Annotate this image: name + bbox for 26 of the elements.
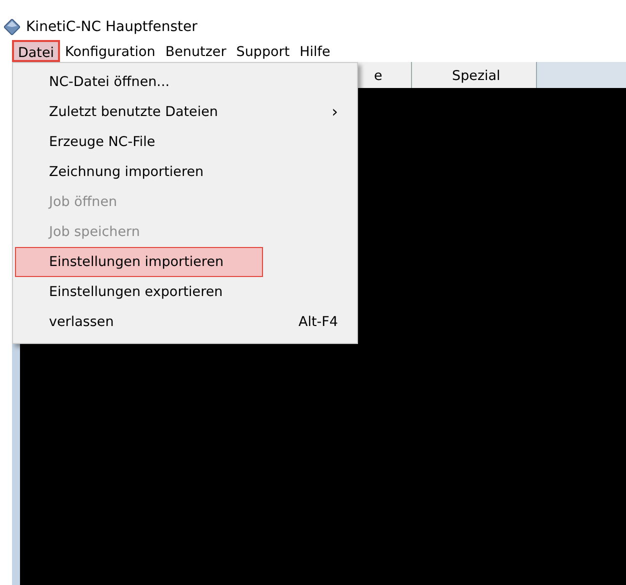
menu-item[interactable]: Erzeuge NC-File [15,127,263,157]
menu-item-label: Erzeuge NC-File [49,132,156,152]
menu-item[interactable]: Datei [12,40,60,62]
menu-item[interactable]: Hilfe [294,40,336,62]
menu-item[interactable]: Einstellungen importieren [15,247,263,277]
menu-item[interactable]: Zeichnung importieren [15,157,263,187]
menu-item-label: Einstellungen importieren [49,252,224,272]
menu-item-label: Einstellungen exportieren [49,282,223,302]
shortcut-label: Alt-F4 [298,312,338,332]
menu-item[interactable]: Zuletzt benutzte Dateien › [15,97,355,127]
menu-item[interactable]: NC-Datei öffnen... [15,67,263,97]
menu-item-label: NC-Datei öffnen... [49,72,170,92]
submenu-arrow: › [332,101,338,123]
menu-item-label: Zuletzt benutzte Dateien [49,102,218,122]
menu-item[interactable]: verlassen Alt-F4 [15,307,355,337]
tab[interactable]: Spezial [412,62,537,88]
menu-item-label: Job öffnen [49,192,118,212]
window-title: KinetiC-NC Hauptfenster [26,18,198,36]
menu-item-label: Job speichern [49,222,140,242]
menu-item-label: verlassen [49,312,114,332]
menu-item[interactable]: Benutzer [160,40,232,62]
menu-item[interactable]: Konfiguration [60,40,160,62]
menu-item-label: Zeichnung importieren [49,162,204,182]
menu-item[interactable]: Einstellungen exportieren [15,277,263,307]
app-diamond-icon [4,19,20,35]
menu-item[interactable]: Support [231,40,295,62]
